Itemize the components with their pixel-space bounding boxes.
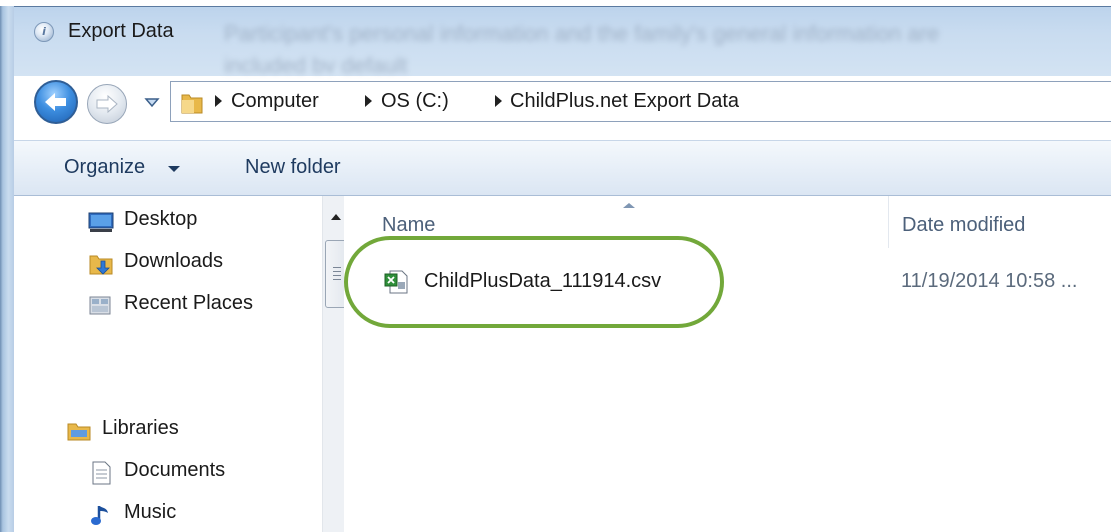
- grip-line: [333, 267, 341, 268]
- downloads-folder-icon: [89, 255, 113, 275]
- breadcrumb-export-folder[interactable]: ChildPlus.net Export Data: [510, 90, 739, 113]
- grip-line: [333, 275, 341, 276]
- app-icon: i: [34, 22, 54, 42]
- breadcrumb-os-drive[interactable]: OS (C:): [381, 90, 449, 113]
- address-bar[interactable]: Computer OS (C:) ChildPlus.net Export Da…: [170, 81, 1111, 122]
- sidebar-item-label: Downloads: [124, 250, 223, 272]
- sidebar-item-label: Recent Places: [124, 292, 253, 314]
- highlight-annotation: [344, 236, 724, 328]
- breadcrumb-separator-icon[interactable]: [215, 95, 222, 107]
- file-list: Name Date modified ChildPlusData_111914.…: [344, 196, 1111, 532]
- file-date-modified: 11/19/2014 10:58 ...: [901, 270, 1078, 292]
- organize-button[interactable]: Organize: [64, 156, 145, 179]
- forward-button[interactable]: [87, 84, 127, 124]
- recent-pages-dropdown[interactable]: [144, 94, 160, 110]
- sidebar-item-label: Documents: [124, 459, 226, 481]
- sidebar-item-label: Libraries: [102, 417, 179, 439]
- back-button[interactable]: [34, 80, 78, 124]
- sidebar-item-label: Desktop: [124, 208, 198, 230]
- folder-icon: [181, 94, 203, 114]
- sidebar-item-label: Music: [124, 501, 177, 523]
- chevron-down-icon: [168, 166, 180, 172]
- grip-line: [333, 279, 341, 280]
- blurred-background-text: Participant's personal information and t…: [224, 21, 940, 73]
- documents-icon: [92, 461, 111, 485]
- command-toolbar: Organize New folder: [14, 140, 1111, 196]
- window-title: Export Data: [68, 20, 174, 42]
- sort-ascending-icon: [623, 203, 635, 208]
- music-icon: [91, 506, 108, 525]
- desktop-icon: [88, 212, 114, 232]
- back-arrow-icon: [45, 93, 66, 111]
- breadcrumb-computer[interactable]: Computer: [231, 90, 319, 113]
- scroll-up-arrow-icon[interactable]: [331, 214, 341, 220]
- navigation-pane: Desktop Downloads Recent Places Librarie…: [14, 196, 350, 532]
- recent-places-icon: [89, 296, 111, 315]
- export-data-dialog: i Export Data Participant's personal inf…: [0, 0, 1111, 532]
- column-divider[interactable]: [888, 196, 889, 248]
- breadcrumb-separator-icon[interactable]: [365, 95, 372, 107]
- grip-line: [333, 271, 341, 272]
- window-frame-left: [0, 6, 14, 532]
- new-folder-button[interactable]: New folder: [245, 156, 341, 179]
- breadcrumb-separator-icon[interactable]: [495, 95, 502, 107]
- column-header-name[interactable]: Name: [382, 214, 435, 237]
- column-header-date-modified[interactable]: Date modified: [902, 214, 1025, 237]
- chevron-down-icon: [144, 98, 160, 108]
- title-bar[interactable]: i Export Data Participant's personal inf…: [14, 6, 1111, 76]
- libraries-icon: [67, 423, 91, 441]
- forward-arrow-icon: [96, 94, 118, 114]
